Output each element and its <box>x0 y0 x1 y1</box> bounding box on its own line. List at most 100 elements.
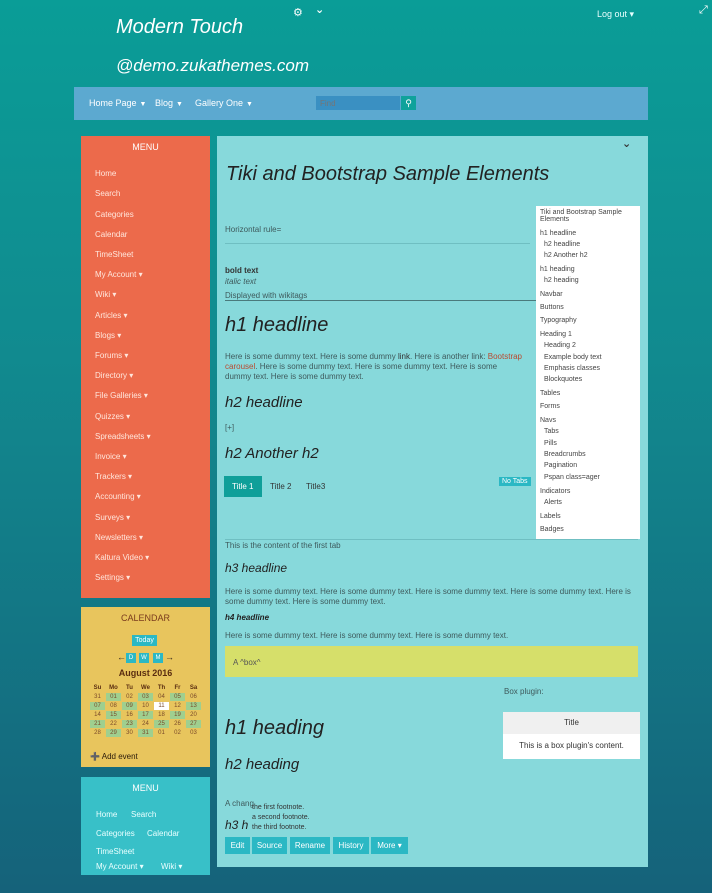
toc-item[interactable]: Tiki and Bootstrap Sample <box>540 209 622 216</box>
logout-link[interactable]: Log out ▾ <box>597 9 634 20</box>
calendar-day[interactable]: 03 <box>186 729 201 737</box>
toc-item[interactable]: Navs <box>540 417 556 424</box>
menu-item-file-galleries[interactable]: File Galleries ▾ <box>95 391 148 400</box>
toc-item[interactable]: Buttons <box>540 304 564 311</box>
calendar-day[interactable]: 25 <box>154 720 169 728</box>
menu-item-my-account[interactable]: My Account ▾ <box>95 270 143 279</box>
calendar-day[interactable]: 19 <box>170 711 185 719</box>
toc-item[interactable]: Heading 2 <box>544 342 576 349</box>
expand-toggle[interactable]: [+] <box>225 423 234 432</box>
toc-item[interactable]: Labels <box>540 513 561 520</box>
history-button[interactable]: History <box>333 837 369 854</box>
no-tabs-button[interactable]: No Tabs <box>499 477 531 486</box>
menu-item-surveys[interactable]: Surveys ▾ <box>95 513 130 522</box>
calendar-day[interactable]: 02 <box>122 693 137 701</box>
calendar-day[interactable]: 26 <box>170 720 185 728</box>
menu-item-categories[interactable]: Categories <box>95 210 134 219</box>
toc-item[interactable]: Pspan class=ager <box>544 474 600 481</box>
menu2-item-wiki[interactable]: Wiki ▾ <box>161 862 182 871</box>
toc-item[interactable]: Tables <box>540 390 560 397</box>
toc-item[interactable]: Elements <box>540 216 569 223</box>
rename-button[interactable]: Rename <box>290 837 330 854</box>
toc-item[interactable]: Heading 1 <box>540 331 572 338</box>
calendar-day[interactable]: 16 <box>122 711 137 719</box>
menu-item-accounting[interactable]: Accounting ▾ <box>95 492 141 501</box>
tab-title-3[interactable]: Title3 <box>298 476 333 497</box>
calendar-day[interactable]: 02 <box>170 729 185 737</box>
toc-item[interactable]: Breadcrumbs <box>544 451 586 458</box>
expand-icon[interactable]: ⤢ <box>699 4 708 17</box>
toc-item[interactable]: Badges <box>540 526 564 533</box>
calendar-day[interactable]: 31 <box>90 693 105 701</box>
menu2-item-categories[interactable]: Categories <box>96 829 135 838</box>
calendar-day[interactable]: 08 <box>106 702 121 710</box>
calendar-day[interactable]: 06 <box>186 693 201 701</box>
toc-item[interactable]: h1 headline <box>540 230 576 237</box>
menu-item-home[interactable]: Home <box>95 169 116 178</box>
menu-item-quizzes[interactable]: Quizzes ▾ <box>95 412 130 421</box>
calendar-day[interactable]: 22 <box>106 720 121 728</box>
calendar-day[interactable]: 31 <box>138 729 153 737</box>
toc-item[interactable]: h1 heading <box>540 266 575 273</box>
menu2-item-calendar[interactable]: Calendar <box>147 829 179 838</box>
source-button[interactable]: Source <box>252 837 287 854</box>
calendar-day[interactable]: 24 <box>138 720 153 728</box>
day-view-button[interactable]: D <box>126 653 136 663</box>
menu-item-trackers[interactable]: Trackers ▾ <box>95 472 132 481</box>
menu-item-settings[interactable]: Settings ▾ <box>95 573 130 582</box>
menu-item-directory[interactable]: Directory ▾ <box>95 371 133 380</box>
menu2-item-my-account[interactable]: My Account ▾ <box>96 862 144 871</box>
menu2-item-home[interactable]: Home <box>96 810 117 819</box>
toc-item[interactable]: Blockquotes <box>544 376 582 383</box>
toc-item[interactable]: Pagination <box>544 462 577 469</box>
calendar-day[interactable]: 30 <box>122 729 137 737</box>
tab-title-1[interactable]: Title 1 <box>224 476 262 497</box>
add-event-link[interactable]: ➕ Add event <box>90 752 138 761</box>
menu-item-forums[interactable]: Forums ▾ <box>95 351 128 360</box>
search-input[interactable] <box>316 96 400 110</box>
menu-item-wiki[interactable]: Wiki ▾ <box>95 290 116 299</box>
today-button[interactable]: Today <box>132 635 157 646</box>
menu-item-blogs[interactable]: Blogs ▾ <box>95 331 121 340</box>
menu-item-calendar[interactable]: Calendar <box>95 230 127 239</box>
calendar-day[interactable]: 20 <box>186 711 201 719</box>
calendar-day[interactable]: 07 <box>90 702 105 710</box>
edit-button[interactable]: Edit <box>225 837 250 854</box>
calendar-day[interactable]: 27 <box>186 720 201 728</box>
toc-item[interactable]: Navbar <box>540 291 563 298</box>
dummy-link[interactable]: link <box>398 352 410 361</box>
month-view-button[interactable]: M <box>153 653 163 663</box>
calendar-day[interactable]: 03 <box>138 693 153 701</box>
calendar-day[interactable]: 09 <box>122 702 137 710</box>
more-button[interactable]: More ▾ <box>371 837 408 854</box>
toc-item[interactable]: Alerts <box>544 499 562 506</box>
next-month-icon[interactable]: → <box>165 652 174 662</box>
toc-item[interactable]: h2 heading <box>544 277 579 284</box>
toc-item[interactable]: Indicators <box>540 488 570 495</box>
toc-item[interactable]: Forms <box>540 403 560 410</box>
menu-item-spreadsheets[interactable]: Spreadsheets ▾ <box>95 432 151 441</box>
calendar-day[interactable]: 05 <box>170 693 185 701</box>
calendar-day[interactable]: 21 <box>90 720 105 728</box>
nav-gallery-one[interactable]: Gallery One ▼ <box>195 98 253 108</box>
menu-item-timesheet[interactable]: TimeSheet <box>95 250 133 259</box>
site-title[interactable]: Modern Touch <box>116 16 243 39</box>
menu2-item-timesheet[interactable]: TimeSheet <box>96 847 134 856</box>
calendar-day[interactable]: 04 <box>154 693 169 701</box>
toc-item[interactable]: h2 headline <box>544 241 580 248</box>
calendar-day[interactable]: 10 <box>138 702 153 710</box>
gear-icon[interactable]: ⚙ <box>293 6 303 19</box>
toc-item[interactable]: Typography <box>540 317 577 324</box>
menu-item-kaltura-video[interactable]: Kaltura Video ▾ <box>95 553 149 562</box>
nav-home-page[interactable]: Home Page ▼ <box>89 98 146 108</box>
calendar-day[interactable]: 17 <box>138 711 153 719</box>
calendar-day[interactable]: 23 <box>122 720 137 728</box>
menu-item-articles[interactable]: Articles ▾ <box>95 311 127 320</box>
calendar-day[interactable]: 01 <box>154 729 169 737</box>
menu2-item-search[interactable]: Search <box>131 810 156 819</box>
calendar-day[interactable]: 29 <box>106 729 121 737</box>
nav-blog[interactable]: Blog ▼ <box>155 98 183 108</box>
toc-item[interactable]: Emphasis classes <box>544 365 600 372</box>
calendar-day[interactable]: 14 <box>90 711 105 719</box>
chevron-down-icon[interactable]: ⌄ <box>622 137 631 150</box>
